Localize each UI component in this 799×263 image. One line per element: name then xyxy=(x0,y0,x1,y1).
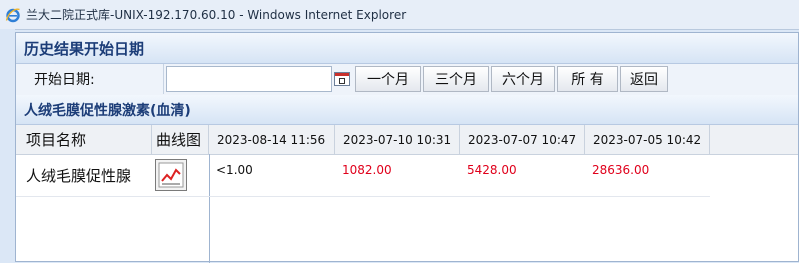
result-value: 1082.00 xyxy=(342,163,392,177)
date-toolbar: 开始日期: 一个月 三个月 六个月 所 有 返回 xyxy=(16,64,798,96)
all-button[interactable]: 所 有 xyxy=(557,66,618,92)
ie-icon xyxy=(5,7,21,23)
window-title: 兰大二院正式库-UNIX-192.170.60.10 - Windows Int… xyxy=(26,8,407,22)
test-section-title: 人绒毛膜促性腺激素(血清) xyxy=(24,102,191,119)
start-date-input[interactable] xyxy=(166,66,332,92)
results-table-header: 项目名称 曲线图 2023-08-14 11:56 2023-07-10 10:… xyxy=(16,125,798,155)
trend-chart-icon[interactable] xyxy=(155,159,187,191)
window-title-bar: 兰大二院正式库-UNIX-192.170.60.10 - Windows Int… xyxy=(0,0,799,30)
result-value: 28636.00 xyxy=(592,163,650,177)
calendar-icon[interactable] xyxy=(334,72,350,86)
start-date-label: 开始日期: xyxy=(24,64,164,94)
test-section-header: 人绒毛膜促性腺激素(血清) xyxy=(16,95,798,125)
left-border xyxy=(0,29,15,262)
table-row: 人绒毛膜促性腺 <1.00 1082.00 5428.00 28636.00 xyxy=(16,154,710,197)
history-section-title: 历史结果开始日期 xyxy=(24,39,145,58)
history-section-header: 历史结果开始日期 xyxy=(16,33,798,64)
result-value: 5428.00 xyxy=(467,163,517,177)
three-months-button[interactable]: 三个月 xyxy=(423,66,489,92)
results-panel: 历史结果开始日期 开始日期: 一个月 三个月 六个月 所 有 返回 人绒毛膜促性… xyxy=(15,32,799,263)
column-chart: 曲线图 xyxy=(152,125,209,154)
row-item-name: 人绒毛膜促性腺 xyxy=(26,166,132,185)
column-item-name: 项目名称 xyxy=(16,125,152,154)
six-months-button[interactable]: 六个月 xyxy=(491,66,555,92)
back-button[interactable]: 返回 xyxy=(620,66,668,92)
result-value: <1.00 xyxy=(216,163,253,177)
one-month-button[interactable]: 一个月 xyxy=(355,66,421,92)
